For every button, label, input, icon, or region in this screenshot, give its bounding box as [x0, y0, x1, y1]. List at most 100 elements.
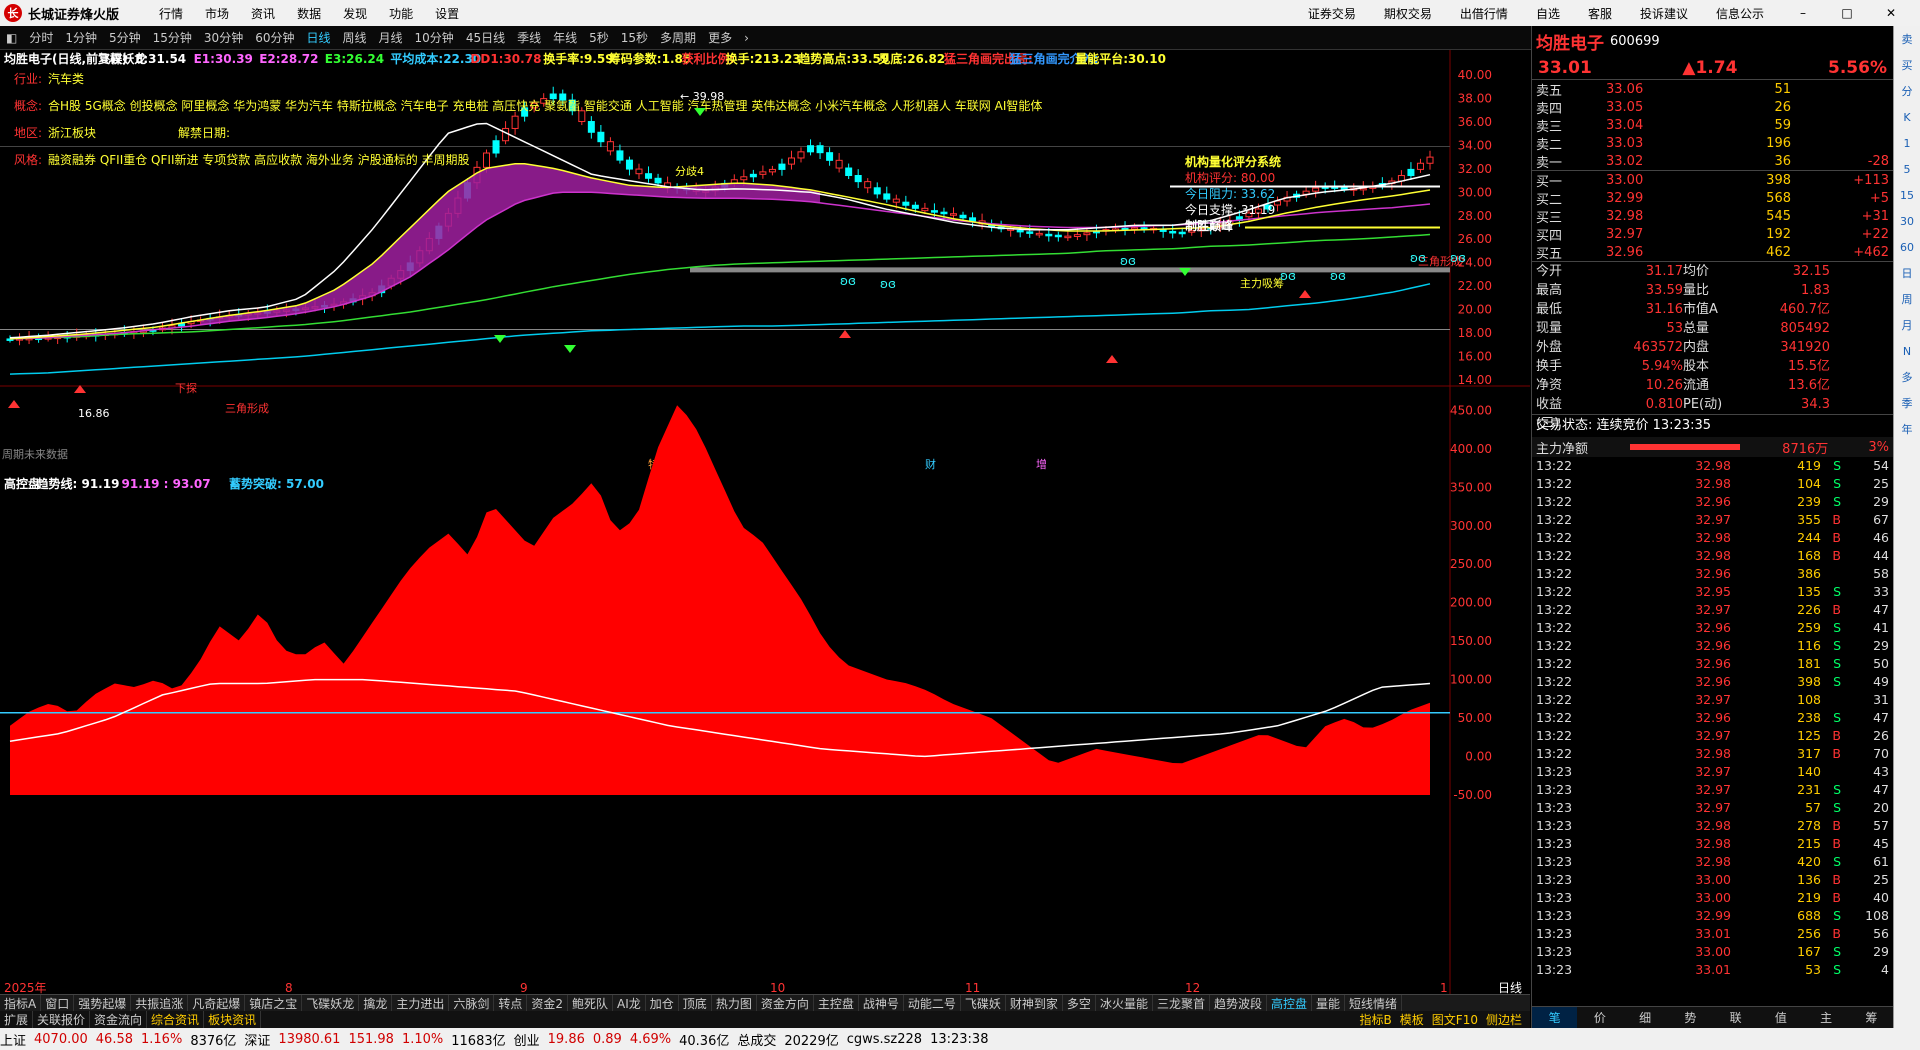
bid-row[interactable]: 买三 32.98 545 +31	[1532, 207, 1893, 226]
quote-tab-7[interactable]: 筹	[1849, 1007, 1894, 1028]
kline-chart[interactable]: 40.00 38.00 36.00 34.00 32.00 30.00 28.00 26.00…	[0, 50, 1530, 995]
indicator-tab-9[interactable]: 六脉剑	[449, 994, 495, 1012]
ask-row[interactable]: 卖二 33.03 196	[1532, 134, 1893, 153]
menu-item-4[interactable]: 发现	[343, 7, 367, 21]
period-tab-11[interactable]: 季线	[517, 29, 541, 46]
strip-button-12[interactable]: N	[1894, 338, 1920, 364]
period-tab-5[interactable]: 60分钟	[255, 29, 294, 46]
indicator-tab-27[interactable]: 高控盘	[1267, 994, 1312, 1012]
quote-tab-2[interactable]: 细	[1623, 1007, 1668, 1028]
indicator-tab-25[interactable]: 三龙聚首	[1153, 994, 1210, 1012]
indicator-tab-22[interactable]: 财神到家	[1006, 994, 1063, 1012]
right-menu-item-0[interactable]: 证券交易	[1308, 5, 1356, 22]
period-tab-13[interactable]: 5秒	[589, 29, 609, 46]
quote-tab-5[interactable]: 值	[1758, 1007, 1803, 1028]
bid-row[interactable]: 买一 33.00 398 +113	[1532, 171, 1893, 190]
indicator-tab-14[interactable]: 加仓	[646, 994, 679, 1012]
ext-tab-2[interactable]: 资金流向	[90, 1011, 148, 1028]
strip-button-5[interactable]: 5	[1894, 156, 1920, 182]
ext-tab-3[interactable]: 综合资讯	[147, 1011, 205, 1028]
indicator-tab-20[interactable]: 动能二号	[904, 994, 961, 1012]
indicator-tab-0[interactable]: 指标A	[0, 994, 42, 1012]
ask-row[interactable]: 卖三 33.04 59	[1532, 116, 1893, 135]
indicator-tab-23[interactable]: 多空	[1063, 994, 1096, 1012]
menu-item-1[interactable]: 市场	[205, 7, 229, 21]
strip-button-15[interactable]: 年	[1894, 416, 1920, 442]
period-tab-6[interactable]: 日线	[306, 29, 330, 46]
maximize-icon[interactable]: □	[1832, 6, 1862, 20]
minimize-icon[interactable]: –	[1788, 6, 1818, 20]
menu-item-0[interactable]: 行情	[159, 7, 183, 21]
period-tab-1[interactable]: 1分钟	[65, 29, 97, 46]
indicator-tab-13[interactable]: AI龙	[613, 994, 646, 1012]
period-tab-15[interactable]: 多周期	[660, 29, 696, 46]
indicator-tab-17[interactable]: 资金方向	[757, 994, 814, 1012]
menu-item-3[interactable]: 数据	[297, 7, 321, 21]
right-menu-item-5[interactable]: 投诉建议	[1640, 5, 1688, 22]
quote-tab-0[interactable]: 笔	[1532, 1007, 1578, 1028]
menu-item-2[interactable]: 资讯	[251, 7, 275, 21]
indicator-tab-6[interactable]: 飞碟妖龙	[302, 994, 360, 1012]
indicator-tab-15[interactable]: 顶底	[679, 994, 712, 1012]
indicator-tab-21[interactable]: 飞碟妖	[961, 994, 1006, 1012]
bid-row[interactable]: 买二 32.99 568 +5	[1532, 189, 1893, 208]
indicator-tab-2[interactable]: 强势起爆	[74, 994, 132, 1012]
indicator-tab-1[interactable]: 窗口	[41, 994, 75, 1012]
ask-row[interactable]: 卖五 33.06 51	[1532, 80, 1893, 99]
indicator-tab-19[interactable]: 战神号	[859, 994, 904, 1012]
bid-row[interactable]: 买五 32.96 462 +462	[1532, 243, 1893, 262]
indicator-tab-11[interactable]: 资金2	[527, 994, 569, 1012]
indicator-tab-10[interactable]: 转点	[494, 994, 528, 1012]
indicator-tab-26[interactable]: 趋势波段	[1210, 994, 1267, 1012]
layout-icon[interactable]: ◧	[6, 31, 17, 45]
menu-item-5[interactable]: 功能	[389, 7, 413, 21]
strip-button-11[interactable]: 月	[1894, 312, 1920, 338]
period-tab-16[interactable]: 更多	[708, 29, 732, 46]
bid-row[interactable]: 买四 32.97 192 +22	[1532, 225, 1893, 244]
ext-tab-0[interactable]: 扩展	[0, 1011, 34, 1028]
strip-button-0[interactable]: 卖	[1894, 26, 1920, 52]
strip-button-3[interactable]: K	[1894, 104, 1920, 130]
right-menu-item-2[interactable]: 出借行情	[1460, 5, 1508, 22]
indicator-tab-8[interactable]: 主力进出	[392, 994, 450, 1012]
strip-button-6[interactable]: 15	[1894, 182, 1920, 208]
bottom-right-2[interactable]: 图文F10	[1428, 1013, 1482, 1027]
period-tab-9[interactable]: 10分钟	[415, 29, 454, 46]
strip-button-2[interactable]: 分	[1894, 78, 1920, 104]
period-tab-7[interactable]: 周线	[343, 29, 367, 46]
chevron-right-icon[interactable]: ›	[744, 31, 749, 45]
indicator-tab-28[interactable]: 量能	[1312, 994, 1346, 1012]
period-tab-2[interactable]: 5分钟	[109, 29, 141, 46]
indicator-tab-18[interactable]: 主控盘	[814, 994, 859, 1012]
period-tab-8[interactable]: 月线	[379, 29, 403, 46]
period-tab-0[interactable]: 分时	[29, 29, 53, 46]
strip-button-8[interactable]: 60	[1894, 234, 1920, 260]
period-tab-12[interactable]: 年线	[553, 29, 577, 46]
quote-tab-6[interactable]: 主	[1804, 1007, 1849, 1028]
strip-button-7[interactable]: 30	[1894, 208, 1920, 234]
period-tab-10[interactable]: 45日线	[466, 29, 505, 46]
quote-tab-1[interactable]: 价	[1577, 1007, 1622, 1028]
right-menu-item-1[interactable]: 期权交易	[1384, 5, 1432, 22]
period-tab-4[interactable]: 30分钟	[204, 29, 243, 46]
tick-list[interactable]: 13:22 32.98 419 S 54 13:22 32.98 104 S 25 13:22 32.…	[1532, 457, 1893, 979]
ask-row[interactable]: 卖一 33.02 36 -28	[1532, 152, 1893, 171]
right-menu-item-4[interactable]: 客服	[1588, 5, 1612, 22]
quote-tab-3[interactable]: 势	[1668, 1007, 1713, 1028]
ask-row[interactable]: 卖四 33.05 26	[1532, 98, 1893, 117]
strip-button-1[interactable]: 买	[1894, 52, 1920, 78]
period-tab-14[interactable]: 15秒	[621, 29, 648, 46]
bottom-right-3[interactable]: 侧边栏	[1482, 1013, 1526, 1027]
strip-button-14[interactable]: 季	[1894, 390, 1920, 416]
indicator-tab-4[interactable]: 凡奇起爆	[188, 994, 246, 1012]
indicator-tab-7[interactable]: 擒龙	[359, 994, 393, 1012]
indicator-tab-29[interactable]: 短线情绪	[1345, 994, 1403, 1012]
close-icon[interactable]: ✕	[1876, 6, 1906, 20]
menu-item-6[interactable]: 设置	[435, 7, 459, 21]
ext-tab-1[interactable]: 关联报价	[33, 1011, 91, 1028]
ext-tab-4[interactable]: 板块资讯	[204, 1011, 262, 1028]
bottom-right-1[interactable]: 模板	[1396, 1013, 1428, 1027]
indicator-tab-12[interactable]: 鲍死队	[568, 994, 614, 1012]
indicator-tab-16[interactable]: 热力图	[712, 994, 757, 1012]
period-tab-3[interactable]: 15分钟	[153, 29, 192, 46]
